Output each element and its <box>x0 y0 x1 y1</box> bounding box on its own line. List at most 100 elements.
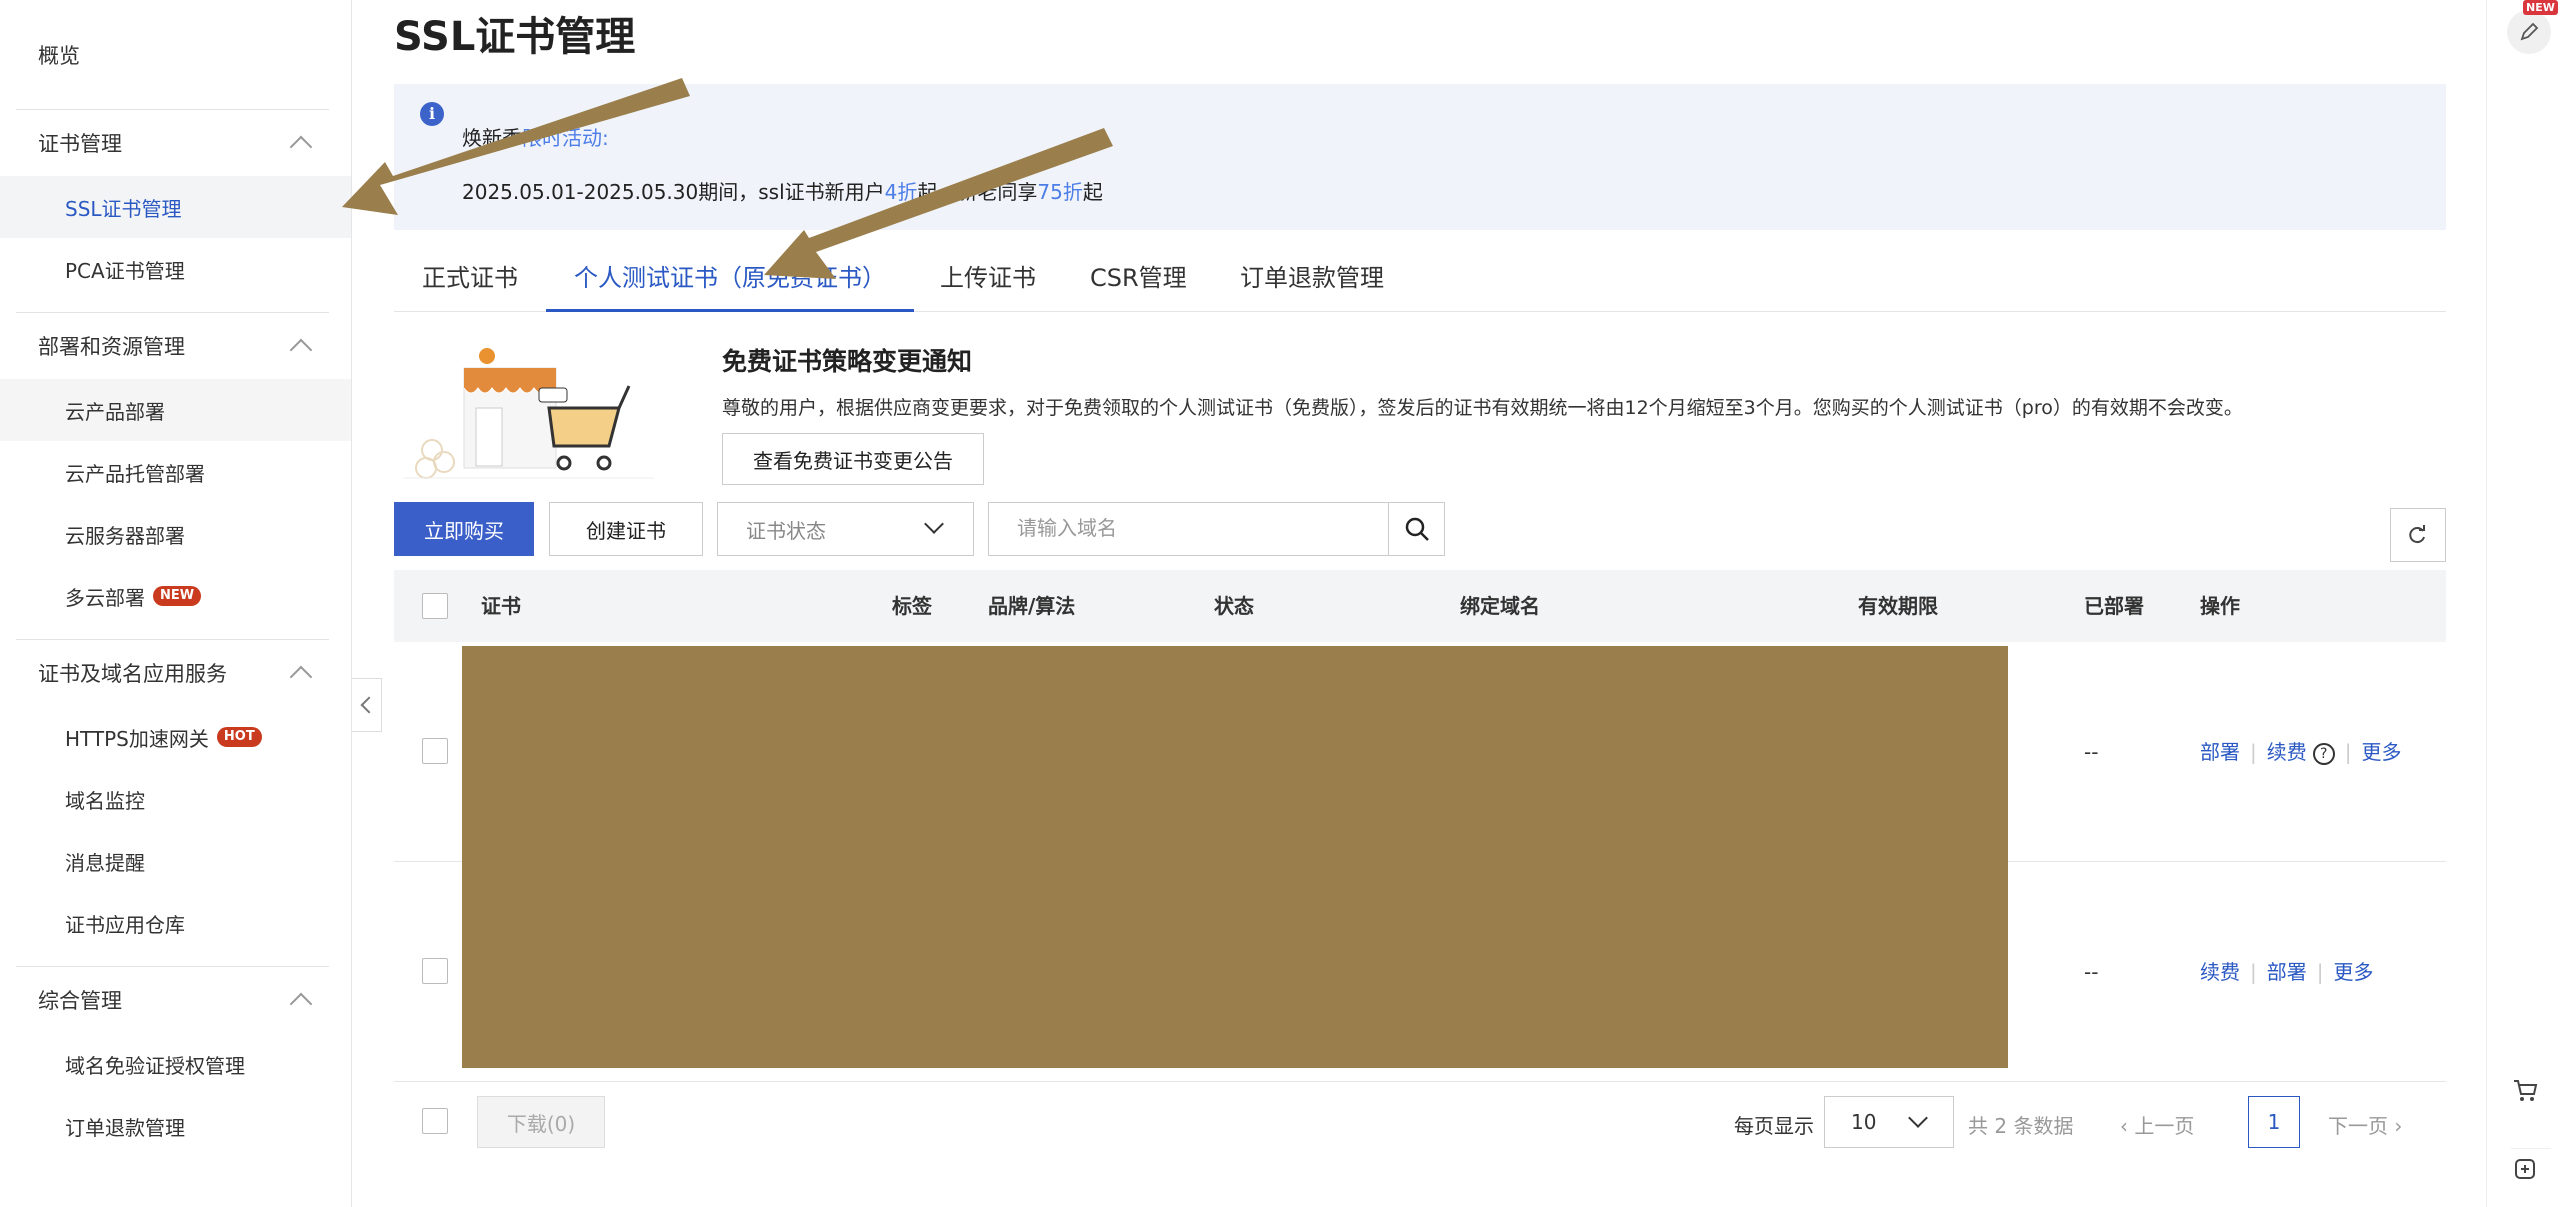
sidebar-item-label: HTTPS加速网关 <box>65 726 209 751</box>
promo-title: 免费证书策略变更通知 <box>722 347 973 376</box>
sidebar-item-https-gateway[interactable]: HTTPS加速网关 HOT <box>0 706 351 768</box>
sidebar-group-cert: 证书管理 SSL证书管理 PCA证书管理 <box>0 110 351 313</box>
sidebar-item-label: 域名监控 <box>65 788 145 813</box>
renew-link[interactable]: 续费 <box>2267 740 2307 764</box>
sidebar-item-domain-monitor[interactable]: 域名监控 <box>0 768 351 830</box>
sidebar-item-label: PCA证书管理 <box>65 258 185 283</box>
sidebar-group-apps: 证书及域名应用服务 HTTPS加速网关 HOT 域名监控 消息提醒 证书应用仓库 <box>16 640 329 967</box>
more-link[interactable]: 更多 <box>2362 740 2402 764</box>
page-number-current[interactable]: 1 <box>2248 1096 2300 1148</box>
domain-search <box>988 502 1445 556</box>
total-count: 共 2 条数据 <box>1968 1114 2074 1138</box>
sidebar-group-title: 证书管理 <box>38 132 122 156</box>
sidebar-item-label: 证书应用仓库 <box>65 912 185 937</box>
sidebar-item-label: 概览 <box>38 43 80 68</box>
sidebar-item-cert-repo[interactable]: 证书应用仓库 <box>0 892 351 954</box>
renew-link[interactable]: 续费 <box>2200 960 2240 984</box>
select-all-checkbox[interactable] <box>422 593 448 619</box>
cert-status-select[interactable]: 证书状态 <box>717 502 974 556</box>
notice-line-1: 焕新季限时活动: <box>462 122 609 151</box>
sidebar-item-ssl[interactable]: SSL证书管理 <box>0 176 351 238</box>
new-badge: NEW <box>2523 0 2558 15</box>
per-page-label: 每页显示 <box>1734 1114 1814 1138</box>
sidebar-group-head[interactable]: 综合管理 <box>16 967 329 1033</box>
sidebar-item-managed-deploy[interactable]: 云产品托管部署 <box>0 441 351 503</box>
sidebar-item-refund[interactable]: 订单退款管理 <box>0 1095 351 1157</box>
prev-label: 上一页 <box>2134 1114 2195 1138</box>
search-button[interactable] <box>1388 503 1444 555</box>
sidebar-item-domain-auth[interactable]: 域名免验证授权管理 <box>0 1033 351 1095</box>
page-size-select[interactable]: 10 <box>1824 1096 1954 1148</box>
toolbar: 立即购买 创建证书 证书状态 <box>394 502 2446 562</box>
sidebar-group-head[interactable]: 部署和资源管理 <box>16 313 329 379</box>
sidebar-group-title: 部署和资源管理 <box>38 335 185 359</box>
notice-text: 2025.05.01-2025.05.30期间，ssl证书新用户 <box>462 180 885 204</box>
column-header: 操作 <box>2200 594 2240 618</box>
redacted-region <box>462 646 2008 1068</box>
notice-text: 起，新老同享 <box>917 180 1038 204</box>
sidebar-group-head[interactable]: 证书及域名应用服务 <box>16 640 329 706</box>
sidebar-item-label: 云服务器部署 <box>65 523 185 548</box>
sidebar-item-notifications[interactable]: 消息提醒 <box>0 830 351 892</box>
search-input[interactable] <box>989 503 1444 555</box>
sidebar-group-admin: 综合管理 域名免验证授权管理 订单退款管理 <box>16 967 329 1169</box>
notice-text: 起 <box>1082 180 1103 204</box>
chevron-up-icon <box>289 338 313 362</box>
service-button[interactable] <box>2511 1148 2551 1188</box>
column-header: 已部署 <box>2084 594 2144 618</box>
buy-now-button[interactable]: 立即购买 <box>394 502 534 556</box>
deploy-link[interactable]: 部署 <box>2267 960 2307 984</box>
row-checkbox[interactable] <box>422 738 448 764</box>
tab-test-cert[interactable]: 个人测试证书（原免费证书） <box>546 250 914 312</box>
info-icon: i <box>420 102 444 126</box>
sidebar-group-title: 证书及域名应用服务 <box>38 662 227 686</box>
sidebar-item-cloud-deploy[interactable]: 云产品部署 <box>0 379 351 441</box>
column-header: 品牌/算法 <box>988 594 1076 618</box>
row-actions: 续费 | 部署 | 更多 <box>2200 960 2374 984</box>
help-icon[interactable]: ? <box>2312 742 2335 765</box>
more-link[interactable]: 更多 <box>2334 960 2374 984</box>
cart-button[interactable] <box>2511 1076 2539 1108</box>
column-header: 绑定域名 <box>1460 594 1540 618</box>
sidebar-item-multicloud[interactable]: 多云部署 NEW <box>0 565 351 627</box>
tab-upload-cert[interactable]: 上传证书 <box>940 250 1036 312</box>
chevron-left-icon: ‹ <box>2120 1114 2135 1138</box>
notice-link[interactable]: 限时活动: <box>522 126 609 150</box>
sidebar-group-head[interactable]: 证书管理 <box>16 110 329 176</box>
footer-select-checkbox[interactable] <box>422 1108 448 1134</box>
sidebar-item-label: SSL证书管理 <box>65 196 182 221</box>
sidebar-item-server-deploy[interactable]: 云服务器部署 <box>0 503 351 565</box>
create-cert-button[interactable]: 创建证书 <box>549 502 703 556</box>
tab-bar: 正式证书 个人测试证书（原免费证书） 上传证书 CSR管理 订单退款管理 <box>394 250 2446 312</box>
support-icon <box>2515 1159 2535 1179</box>
feedback-button[interactable] <box>2507 10 2551 54</box>
next-page-button[interactable]: 下一页 › <box>2328 1110 2402 1139</box>
refresh-button[interactable] <box>2390 508 2446 562</box>
sidebar-collapse-button[interactable] <box>352 678 382 732</box>
notice-line-2: 2025.05.01-2025.05.30期间，ssl证书新用户4折起，新老同享… <box>462 176 1103 205</box>
notice-highlight: 75折 <box>1037 180 1083 204</box>
chevron-right-icon: › <box>2388 1114 2403 1138</box>
sidebar-item-label: 消息提醒 <box>65 850 145 875</box>
sidebar-item-label: 云产品部署 <box>65 399 165 424</box>
hot-badge: HOT <box>216 727 262 747</box>
chevron-up-icon <box>289 665 313 689</box>
tab-refund[interactable]: 订单退款管理 <box>1240 250 1384 312</box>
tab-csr[interactable]: CSR管理 <box>1090 250 1187 312</box>
notice-highlight: 4折 <box>884 180 918 204</box>
row-checkbox[interactable] <box>422 958 448 984</box>
new-badge: NEW <box>153 586 202 606</box>
right-rail: NEW <box>2486 0 2560 1207</box>
main-content: SSL证书管理 i 焕新季限时活动: 2025.05.01-2025.05.30… <box>394 0 2446 1207</box>
table-footer: 下载(0) 每页显示 10 共 2 条数据 ‹ 上一页 1 下一页 › <box>394 1092 2446 1152</box>
column-header: 状态 <box>1214 594 1254 618</box>
tab-formal-cert[interactable]: 正式证书 <box>422 250 518 312</box>
prev-page-button[interactable]: ‹ 上一页 <box>2120 1110 2194 1139</box>
sidebar-item-pca[interactable]: PCA证书管理 <box>0 238 351 300</box>
chevron-down-icon <box>1908 1108 1928 1128</box>
download-button[interactable]: 下载(0) <box>477 1096 605 1148</box>
sidebar-item-overview[interactable]: 概览 <box>16 0 329 110</box>
sidebar: 概览 证书管理 SSL证书管理 PCA证书管理 部署和资源管理 云产品部署 云产… <box>0 0 352 1207</box>
view-announcement-button[interactable]: 查看免费证书变更公告 <box>722 433 984 485</box>
deploy-link[interactable]: 部署 <box>2200 740 2240 764</box>
